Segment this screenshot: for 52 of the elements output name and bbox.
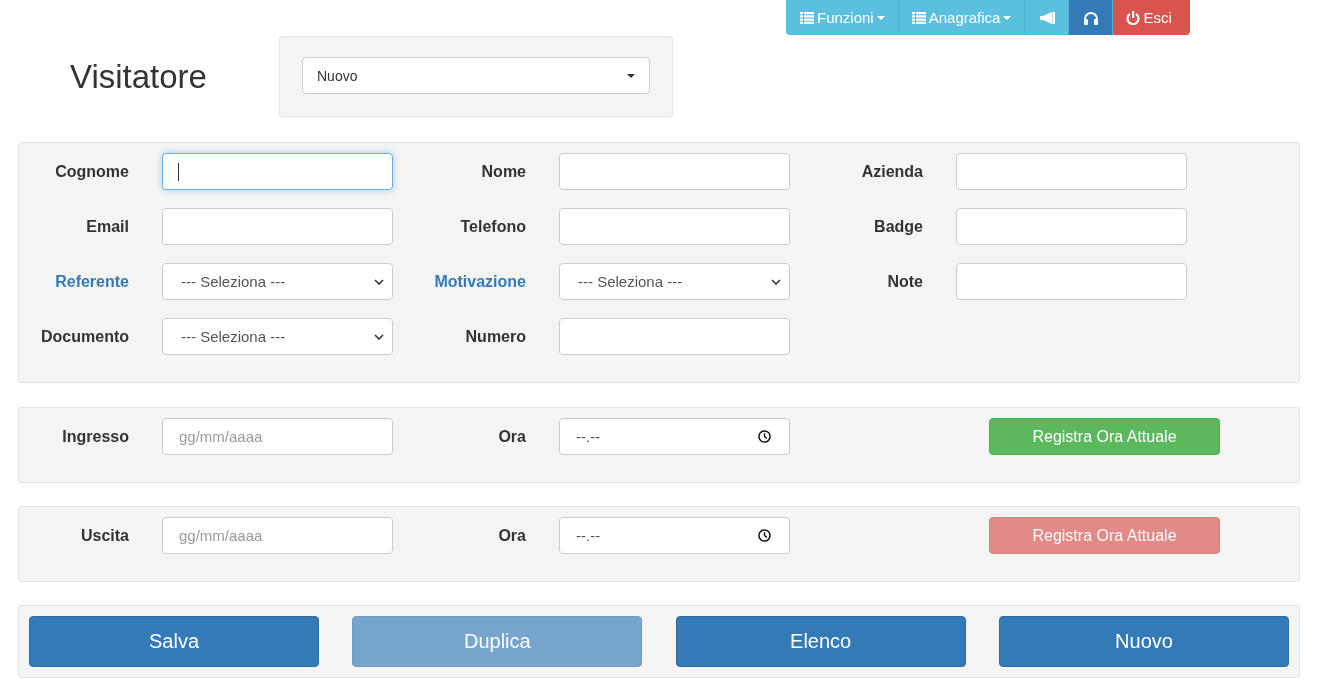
input-field[interactable]: [956, 263, 1187, 300]
input-field[interactable]: [559, 318, 790, 355]
field-label: Cognome: [54, 162, 129, 181]
date-field[interactable]: gg/mm/aaaa: [162, 517, 393, 554]
field-label: Ora: [497, 526, 526, 545]
field-label: Nome: [480, 162, 526, 181]
field-label: Telefono: [459, 217, 526, 236]
input-field[interactable]: [162, 208, 393, 245]
clock-icon: [758, 529, 771, 542]
field-label: Ora: [497, 427, 526, 446]
date-field[interactable]: gg/mm/aaaa: [162, 418, 393, 455]
time-field[interactable]: --.--: [559, 418, 790, 455]
caret-icon: [627, 73, 635, 78]
caret-icon: [1003, 15, 1012, 20]
action-button[interactable]: Elenco: [675, 616, 966, 667]
caret-icon: [876, 15, 885, 20]
logout-button[interactable]: Esci: [1113, 0, 1191, 35]
select-field[interactable]: --- Seleziona ---: [162, 263, 393, 300]
input-field[interactable]: [162, 153, 393, 190]
field-label: Email: [85, 217, 129, 236]
field-label: Badge: [873, 217, 923, 236]
chevron-down-icon: [771, 278, 781, 285]
field-label-link[interactable]: Motivazione: [426, 272, 526, 291]
time-field[interactable]: --.--: [559, 517, 790, 554]
list-icon: [911, 11, 926, 24]
chevron-down-icon: [374, 278, 384, 285]
megaphone-icon: [1038, 11, 1055, 24]
power-icon: [1126, 10, 1141, 25]
page-title: Visitatore: [69, 58, 208, 96]
headphones-button[interactable]: [1069, 0, 1114, 35]
clock-icon: [758, 430, 771, 443]
field-label: Uscita: [79, 526, 129, 545]
action-button[interactable]: Salva: [29, 616, 319, 667]
register-time-button[interactable]: Registra Ora Attuale: [989, 418, 1220, 455]
list-icon: [800, 11, 814, 24]
field-label: Ingresso: [61, 427, 129, 446]
field-label: Note: [886, 272, 923, 291]
action-button[interactable]: Nuovo: [999, 616, 1289, 667]
headphones-icon: [1082, 10, 1099, 25]
field-label-link[interactable]: Referente: [19, 272, 129, 291]
chevron-down-icon: [374, 333, 384, 340]
input-field[interactable]: [559, 153, 790, 190]
input-field[interactable]: [956, 208, 1187, 245]
mode-dropdown[interactable]: Nuovo: [302, 57, 650, 94]
input-field[interactable]: [956, 153, 1187, 190]
input-field[interactable]: [559, 208, 790, 245]
select-field[interactable]: --- Seleziona ---: [559, 263, 790, 300]
field-label: Azienda: [860, 162, 923, 181]
select-field[interactable]: --- Seleziona ---: [162, 318, 393, 355]
field-label: Numero: [464, 327, 526, 346]
field-label: Documento: [40, 327, 129, 346]
megaphone-button[interactable]: [1025, 0, 1070, 35]
